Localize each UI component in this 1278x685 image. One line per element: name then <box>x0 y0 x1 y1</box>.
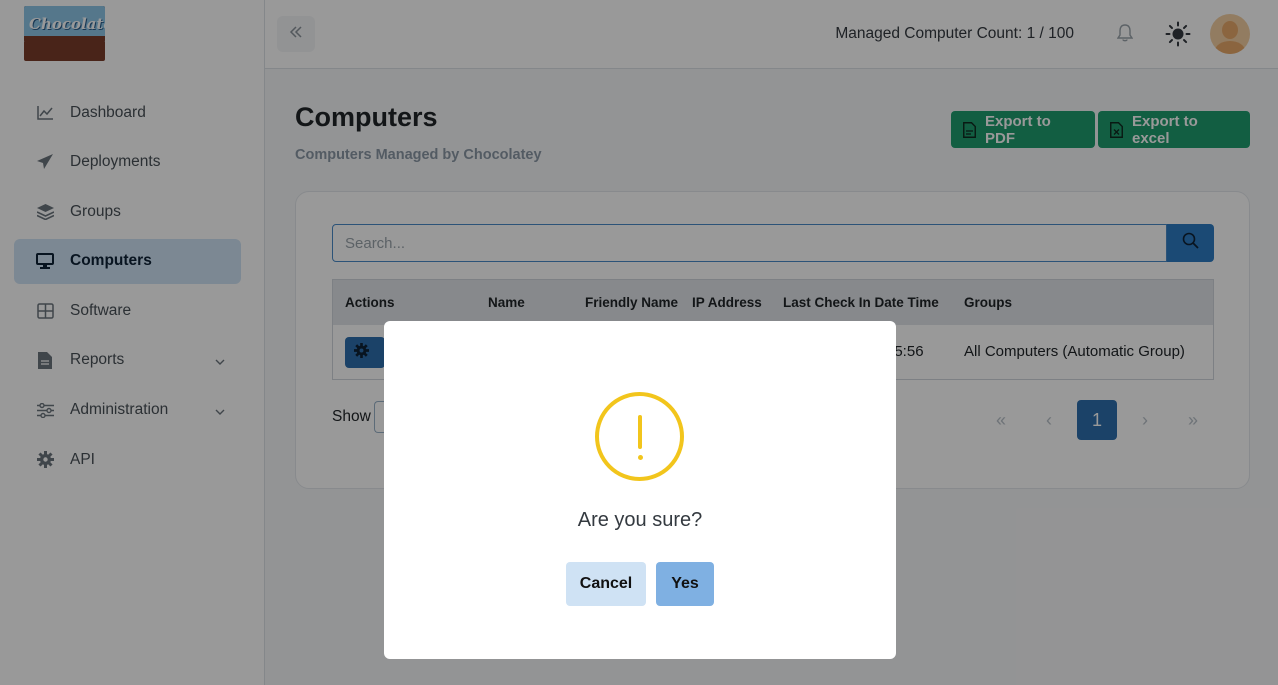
dialog-question: Are you sure? <box>577 509 703 531</box>
yes-button[interactable]: Yes <box>656 562 714 606</box>
warning-icon <box>595 392 684 481</box>
confirm-dialog: Are you sure? Cancel Yes <box>384 321 896 659</box>
cancel-button[interactable]: Cancel <box>566 562 646 606</box>
